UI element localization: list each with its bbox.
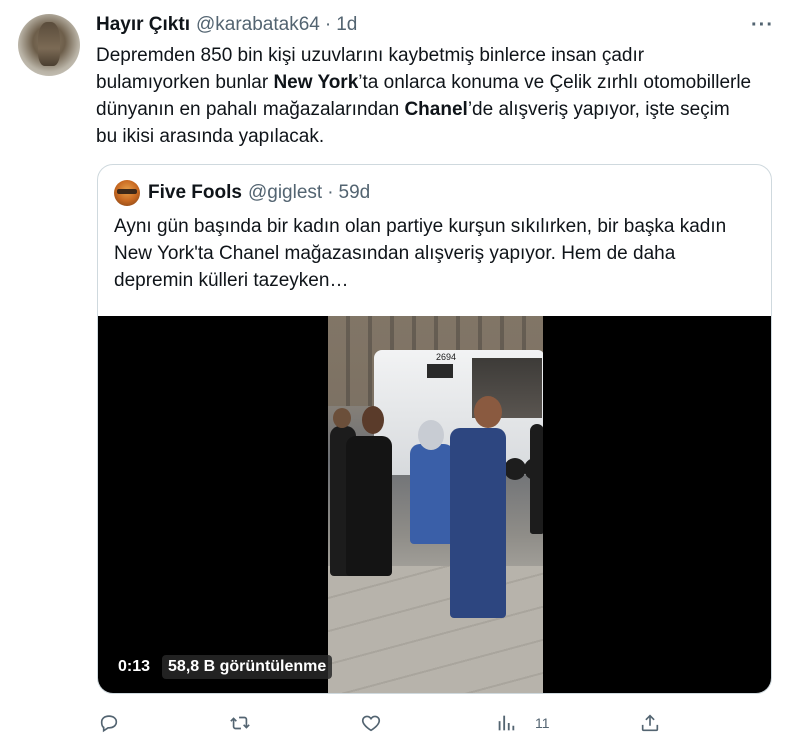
bus-number: 2694 bbox=[436, 352, 457, 362]
analytics-icon bbox=[498, 715, 515, 731]
quote-author-handle: @giglest bbox=[247, 182, 323, 203]
author-name[interactable]: Hayır Çıktı bbox=[96, 14, 190, 36]
video-frame: 2694 bbox=[328, 316, 543, 693]
like-icon bbox=[361, 715, 381, 732]
quote-header: Five Fools @giglest · 59d bbox=[114, 180, 371, 206]
quote-text: Aynı gün başında bir kadın olan partiye … bbox=[114, 216, 727, 291]
video-duration: 0:13 bbox=[112, 655, 157, 679]
share-icon bbox=[641, 714, 659, 732]
share-button[interactable] bbox=[639, 708, 661, 738]
tweet-header: Hayır Çıktı @karabatak64 · 1d bbox=[96, 13, 768, 37]
tweet-text: Depremden 850 bin kişi uzuvlarını kaybet… bbox=[96, 45, 752, 147]
quote-avatar bbox=[114, 180, 140, 206]
mention-chanel: Chanel bbox=[404, 99, 468, 120]
like-button[interactable] bbox=[360, 708, 382, 738]
mention-new-york: New York bbox=[273, 72, 359, 93]
video-player[interactable]: 2694 0:13 58,8 B görüntülenme bbox=[98, 316, 771, 693]
more-icon[interactable]: ··· bbox=[751, 14, 774, 37]
quoted-tweet[interactable]: Five Fools @giglest · 59d Aynı gün başın… bbox=[97, 164, 772, 694]
separator: · bbox=[327, 182, 334, 203]
reply-icon bbox=[100, 715, 118, 733]
tweet-time[interactable]: 1d bbox=[336, 14, 357, 36]
views-button[interactable]: 11 bbox=[495, 708, 550, 738]
video-overlay: 0:13 58,8 B görüntülenme bbox=[112, 654, 333, 680]
author-handle[interactable]: @karabatak64 bbox=[196, 14, 320, 36]
video-views: 58,8 B görüntülenme bbox=[162, 655, 333, 679]
reply-button[interactable] bbox=[98, 708, 120, 738]
action-bar: 11 bbox=[98, 708, 668, 738]
quote-author-name: Five Fools bbox=[148, 182, 242, 203]
retweet-icon bbox=[230, 716, 250, 730]
separator: · bbox=[324, 14, 332, 35]
retweet-button[interactable] bbox=[229, 708, 251, 738]
views-count: 11 bbox=[535, 715, 550, 731]
author-avatar[interactable] bbox=[18, 14, 80, 76]
quote-time: 59d bbox=[338, 182, 371, 203]
